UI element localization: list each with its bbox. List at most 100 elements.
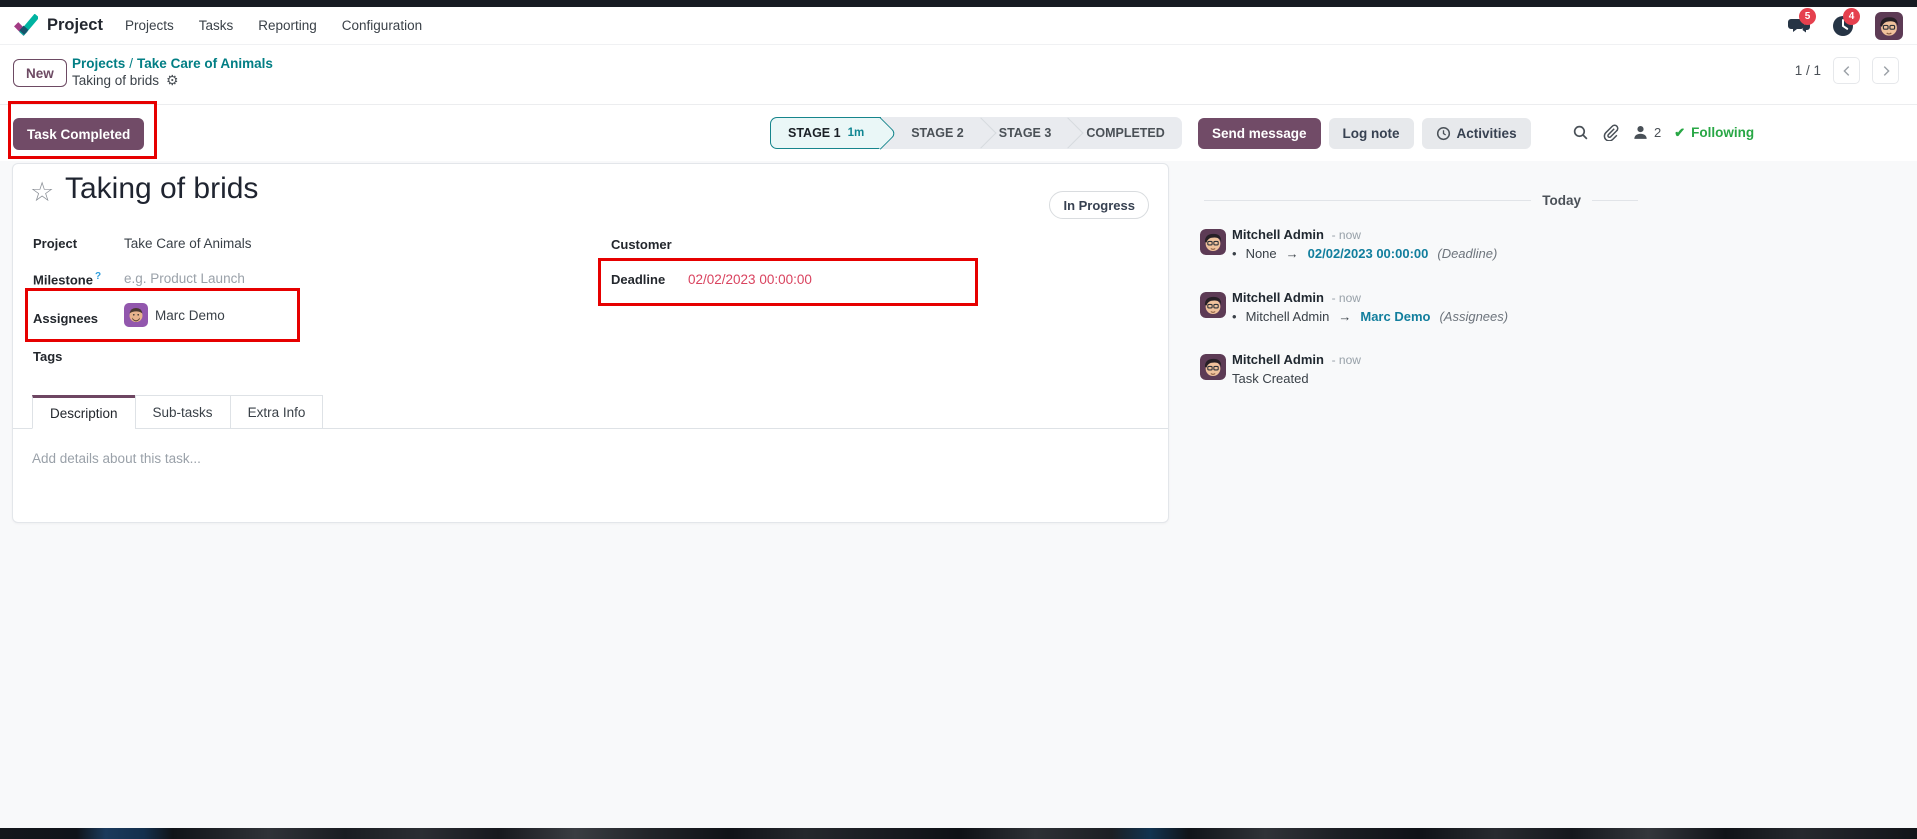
- search-icon[interactable]: [1572, 124, 1589, 141]
- deadline-field-value[interactable]: 02/02/2023 00:00:00: [688, 272, 812, 287]
- breadcrumb-separator: /: [129, 56, 134, 71]
- project-field-value[interactable]: Take Care of Animals: [124, 236, 252, 251]
- chatter-message: Mitchell Admin - now Task Created: [1200, 352, 1890, 386]
- message-time: - now: [1331, 291, 1361, 305]
- favorite-star-icon[interactable]: [30, 177, 54, 208]
- tab-extra-info[interactable]: Extra Info: [229, 395, 324, 429]
- followers-icon[interactable]: [1632, 124, 1649, 141]
- followers-count: 2: [1654, 125, 1662, 140]
- tab-sub-tasks[interactable]: Sub-tasks: [134, 395, 231, 429]
- control-panel: New Projects / Take Care of Animals Taking…: [0, 45, 1917, 105]
- user-avatar[interactable]: [1875, 11, 1903, 40]
- attachment-icon[interactable]: [1602, 124, 1619, 141]
- desktop-background-strip: [0, 828, 1917, 839]
- new-button[interactable]: New: [13, 59, 67, 87]
- log-note-button[interactable]: Log note: [1328, 118, 1414, 149]
- stage-1-duration: 1m: [847, 127, 865, 139]
- chatter-icons: 2 Following: [1572, 124, 1754, 141]
- date-divider: Today: [1204, 192, 1638, 208]
- assignee-name: Marc Demo: [155, 307, 225, 323]
- chatter-topbar: Send message Log note Activities: [1198, 118, 1531, 149]
- arrow-right-icon: →: [1285, 246, 1299, 261]
- assignees-field-label: Assignees: [33, 311, 99, 326]
- assignee-tag[interactable]: Marc Demo: [124, 303, 225, 327]
- milestone-field-label: Milestone?: [33, 271, 102, 288]
- breadcrumb: Projects / Take Care of Animals Taking of …: [72, 55, 273, 89]
- stage-separator-icon: [1068, 117, 1069, 149]
- task-form-sheet: Taking of brids In Progress Project Take…: [12, 163, 1169, 523]
- breadcrumb-current: Taking of brids: [72, 73, 160, 88]
- pager: 1 / 1: [1795, 57, 1899, 84]
- check-icon: [1674, 125, 1685, 141]
- tracking-line: None → 02/02/2023 00:00:00 (Deadline): [1232, 246, 1890, 261]
- window-top-strip: [0, 0, 1917, 7]
- stage-separator-icon: [981, 117, 982, 149]
- project-field-label: Project: [33, 236, 78, 251]
- description-editor[interactable]: Add details about this task...: [32, 451, 1132, 511]
- task-completed-button[interactable]: Task Completed: [13, 118, 145, 150]
- tracking-new-value: Marc Demo: [1360, 309, 1431, 324]
- notebook-tabs: Description Sub-tasks Extra Info: [13, 395, 1168, 429]
- message-time: - now: [1331, 228, 1361, 242]
- gear-icon[interactable]: [166, 72, 179, 89]
- tags-field-label: Tags: [33, 349, 63, 364]
- chatter-message: Mitchell Admin - now None → 02/02/2023 0…: [1200, 227, 1890, 261]
- message-time: - now: [1331, 353, 1361, 367]
- tracking-field-name: (Assignees): [1439, 309, 1509, 324]
- pager-count: 1 / 1: [1794, 63, 1821, 78]
- app-switcher[interactable]: Project: [14, 13, 103, 38]
- assignee-avatar: [124, 303, 148, 327]
- main-navbar: Project Projects Tasks Reporting Configu…: [0, 7, 1917, 45]
- customer-field-label: Customer: [611, 237, 672, 252]
- arrow-right-icon: →: [1338, 309, 1352, 324]
- stage-1-label: STAGE 1: [788, 126, 841, 140]
- project-app-logo-icon: [14, 13, 38, 38]
- nav-item-tasks[interactable]: Tasks: [199, 18, 234, 33]
- send-message-button[interactable]: Send message: [1198, 118, 1321, 149]
- nav-item-reporting[interactable]: Reporting: [258, 18, 317, 33]
- tab-description[interactable]: Description: [32, 395, 136, 429]
- stage-button-completed[interactable]: COMPLETED: [1069, 117, 1181, 149]
- form-statusbar: Task Completed STAGE 1 1m STAGE 2 STAGE …: [0, 105, 1917, 161]
- milestone-field-placeholder[interactable]: e.g. Product Launch: [124, 271, 245, 286]
- date-divider-label: Today: [1542, 192, 1581, 208]
- bullet-icon: [1232, 309, 1237, 324]
- clock-icon: [1436, 126, 1451, 141]
- pager-next-button[interactable]: [1872, 57, 1899, 84]
- message-author: Mitchell Admin: [1232, 290, 1324, 305]
- activities-button[interactable]: Activities: [1421, 118, 1531, 149]
- chatter-message: Mitchell Admin - now Mitchell Admin → Ma…: [1200, 290, 1890, 324]
- task-title[interactable]: Taking of brids: [65, 172, 258, 206]
- messages-badge: 5: [1799, 7, 1816, 25]
- following-button[interactable]: Following: [1674, 125, 1754, 141]
- message-author: Mitchell Admin: [1232, 352, 1324, 367]
- message-author-avatar: [1200, 292, 1226, 318]
- stage-selector: STAGE 1 1m STAGE 2 STAGE 3 COMPLETED: [770, 117, 1182, 149]
- message-author: Mitchell Admin: [1232, 227, 1324, 242]
- tracking-field-name: (Deadline): [1437, 246, 1498, 261]
- pager-previous-button[interactable]: [1833, 57, 1860, 84]
- stage-button-stage-1[interactable]: STAGE 1 1m: [770, 117, 882, 149]
- activities-badge: 4: [1843, 7, 1860, 25]
- message-author-avatar: [1200, 354, 1226, 380]
- nav-item-configuration[interactable]: Configuration: [342, 18, 422, 33]
- tracking-old-value: Mitchell Admin: [1245, 309, 1330, 324]
- message-body: Task Created: [1232, 371, 1309, 386]
- odoo-project-task-screen: Project Projects Tasks Reporting Configu…: [0, 0, 1917, 839]
- tracking-line: Mitchell Admin → Marc Demo (Assignees): [1232, 309, 1890, 324]
- messages-icon[interactable]: 5: [1787, 7, 1816, 38]
- breadcrumb-link-project[interactable]: Take Care of Animals: [137, 56, 273, 71]
- message-author-avatar: [1200, 229, 1226, 255]
- help-icon: ?: [94, 271, 102, 282]
- app-name[interactable]: Project: [47, 16, 103, 35]
- breadcrumb-link-projects[interactable]: Projects: [72, 56, 125, 71]
- tracking-new-value: 02/02/2023 00:00:00: [1307, 246, 1429, 261]
- tracking-old-value: None: [1245, 246, 1277, 261]
- activities-clock-icon[interactable]: 4: [1831, 7, 1860, 38]
- kanban-state-badge[interactable]: In Progress: [1049, 191, 1149, 219]
- navbar-systray: 5 4: [1787, 7, 1903, 40]
- deadline-field-label: Deadline: [611, 272, 666, 287]
- bullet-icon: [1232, 246, 1237, 261]
- nav-menu: Projects Tasks Reporting Configuration: [125, 18, 422, 33]
- nav-item-projects[interactable]: Projects: [125, 18, 174, 33]
